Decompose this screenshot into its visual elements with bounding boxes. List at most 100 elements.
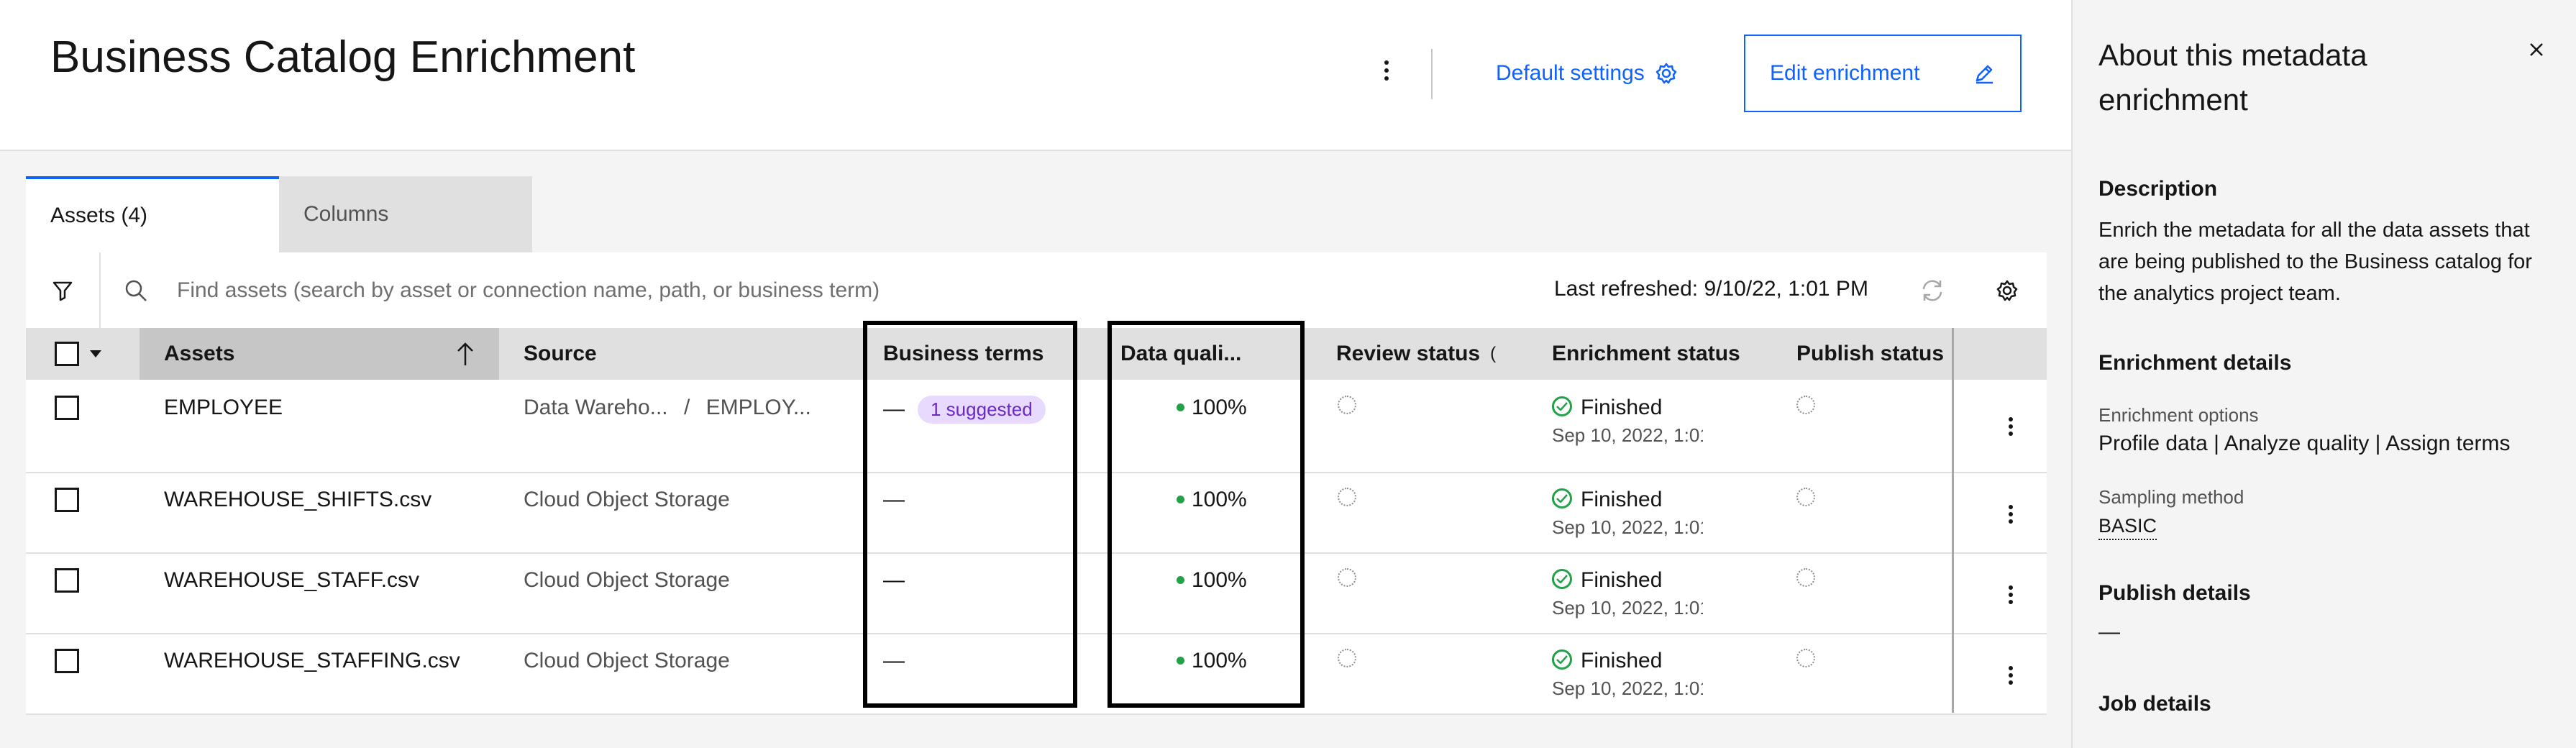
- asset-name[interactable]: WAREHOUSE_STAFF.csv: [164, 568, 419, 593]
- gear-icon: [1996, 280, 2018, 301]
- edit-enrichment-label: Edit enrichment: [1770, 61, 1920, 85]
- sampling-method-value[interactable]: BASIC: [2098, 515, 2157, 540]
- filter-button[interactable]: [26, 252, 101, 328]
- edit-enrichment-button[interactable]: Edit enrichment: [1744, 35, 2022, 112]
- tab-assets-label: Assets (4): [50, 204, 148, 227]
- refresh-button[interactable]: [1914, 273, 1950, 309]
- row-overflow-button[interactable]: [1996, 496, 2025, 532]
- pending-icon: [1338, 568, 1356, 587]
- sticky-column-divider: [1952, 328, 1954, 713]
- source-value: Cloud Object Storage: [524, 568, 730, 592]
- enrichment-status-cell: Finished Sep 10, 2022, 1:01 PM: [1552, 396, 1703, 447]
- tab-assets[interactable]: Assets (4): [26, 176, 279, 252]
- row-checkbox[interactable]: [55, 396, 79, 420]
- header-divider: [1431, 49, 1433, 99]
- enrichment-status-value: Finished: [1581, 568, 1663, 592]
- asset-name[interactable]: EMPLOYEE: [164, 396, 283, 420]
- asset-name[interactable]: WAREHOUSE_SHIFTS.csv: [164, 488, 431, 512]
- source-separator: /: [683, 396, 690, 419]
- row-checkbox[interactable]: [55, 488, 79, 512]
- refresh-icon: [1922, 280, 1942, 301]
- select-all-checkbox[interactable]: [55, 342, 79, 366]
- close-icon: [2530, 43, 2543, 56]
- row-checkbox[interactable]: [55, 568, 79, 593]
- column-header-review-status-label: Review status: [1336, 342, 1481, 365]
- table-settings-button[interactable]: [1989, 273, 2025, 309]
- select-all-cell: [26, 328, 140, 380]
- edit-icon: [1976, 65, 1993, 84]
- column-header-source-label: Source: [524, 342, 597, 365]
- overflow-menu-icon: [2009, 666, 2013, 685]
- column-header-publish-status[interactable]: Publish status: [1772, 328, 1978, 380]
- enrichment-status-value: Finished: [1581, 488, 1663, 511]
- panel-close-button[interactable]: [2518, 32, 2554, 68]
- pending-icon: [1338, 649, 1356, 667]
- column-header-enrichment-status[interactable]: Enrichment status: [1527, 328, 1772, 380]
- pending-icon: [1796, 649, 1815, 667]
- checkmark-circle-icon: [1552, 569, 1572, 590]
- pending-icon: [1338, 488, 1356, 506]
- default-settings-link[interactable]: Default settings: [1496, 58, 1678, 89]
- overflow-menu-icon: [2009, 585, 2013, 604]
- side-panel: About this metadata enrichment Descripti…: [2071, 0, 2576, 748]
- header-overflow-button[interactable]: [1366, 50, 1407, 91]
- search-icon: [125, 280, 147, 301]
- column-header-assets[interactable]: Assets: [140, 328, 499, 380]
- description-text: Enrich the metadata for all the data ass…: [2098, 219, 2532, 305]
- sampling-method-label: Sampling method: [2098, 486, 2244, 508]
- page-header: Business Catalog Enrichment Default sett…: [0, 0, 2071, 151]
- source-value: Cloud Object Storage: [524, 488, 730, 511]
- checkmark-circle-icon: [1552, 649, 1572, 670]
- source-path: Data Wareho... / EMPLOY...: [524, 396, 811, 420]
- pending-icon: [1338, 396, 1356, 414]
- column-header-assets-label: Assets: [164, 342, 235, 365]
- publish-details-heading: Publish details: [2098, 581, 2251, 605]
- pending-icon: [1796, 568, 1815, 587]
- filter-icon: [52, 281, 73, 301]
- row-overflow-button[interactable]: [1996, 577, 2025, 613]
- enrichment-timestamp: Sep 10, 2022, 1:01 PM: [1552, 597, 1703, 619]
- tab-list: Assets (4) Columns: [26, 176, 532, 252]
- source-part: Data Wareho...: [524, 396, 668, 419]
- enrichment-options-label: Enrichment options: [2098, 404, 2259, 426]
- column-header-review-status[interactable]: Review status (: [1312, 328, 1527, 380]
- row-overflow-button[interactable]: [1996, 409, 2025, 444]
- asset-name[interactable]: WAREHOUSE_STAFFING.csv: [164, 649, 460, 673]
- source-value: Cloud Object Storage: [524, 649, 730, 672]
- default-settings-label: Default settings: [1496, 61, 1645, 85]
- row-checkbox[interactable]: [55, 649, 79, 673]
- tab-columns-label: Columns: [303, 202, 389, 226]
- table-toolbar: Last refreshed: 9/10/22, 1:01 PM: [26, 252, 2047, 328]
- last-refreshed-text: Last refreshed: 9/10/22, 1:01 PM: [1554, 277, 1868, 301]
- job-details-heading: Job details: [2098, 692, 2211, 716]
- column-header-source[interactable]: Source: [499, 328, 859, 380]
- highlight-box-data-quality: [1107, 321, 1305, 708]
- enrichment-details-heading: Enrichment details: [2098, 351, 2292, 375]
- tab-columns[interactable]: Columns: [279, 176, 532, 252]
- enrichment-status-cell: Finished Sep 10, 2022, 1:01 PM: [1552, 649, 1703, 700]
- search-input[interactable]: [177, 265, 1471, 316]
- chevron-down-icon[interactable]: [89, 350, 102, 358]
- column-header-enrichment-status-label: Enrichment status: [1552, 342, 1740, 365]
- page-title: Business Catalog Enrichment: [50, 32, 636, 82]
- column-header-publish-status-label: Publish status: [1796, 342, 1945, 365]
- enrichment-options-value: Profile data | Analyze quality | Assign …: [2098, 432, 2511, 455]
- enrichment-status-cell: Finished Sep 10, 2022, 1:01 PM: [1552, 488, 1703, 539]
- source-part: EMPLOY...: [705, 396, 811, 419]
- enrichment-status-value: Finished: [1581, 649, 1663, 672]
- gear-icon: [1655, 63, 1677, 84]
- enrichment-status-value: Finished: [1581, 396, 1663, 419]
- enrichment-timestamp: Sep 10, 2022, 1:01 PM: [1552, 678, 1703, 699]
- checkmark-circle-icon: [1552, 396, 1572, 417]
- overflow-menu-icon: [2009, 417, 2013, 436]
- checkmark-circle-icon: [1552, 488, 1572, 509]
- row-overflow-button[interactable]: [1996, 657, 2025, 693]
- highlight-box-business-terms: [863, 321, 1077, 708]
- panel-title: About this metadata enrichment: [2098, 38, 2367, 117]
- pending-icon: [1796, 396, 1815, 414]
- enrichment-timestamp: Sep 10, 2022, 1:01 PM: [1552, 516, 1703, 538]
- description-heading: Description: [2098, 177, 2218, 201]
- pending-icon: [1796, 488, 1815, 506]
- overflow-menu-icon: [1384, 60, 1389, 81]
- enrichment-timestamp: Sep 10, 2022, 1:01 PM: [1552, 424, 1703, 446]
